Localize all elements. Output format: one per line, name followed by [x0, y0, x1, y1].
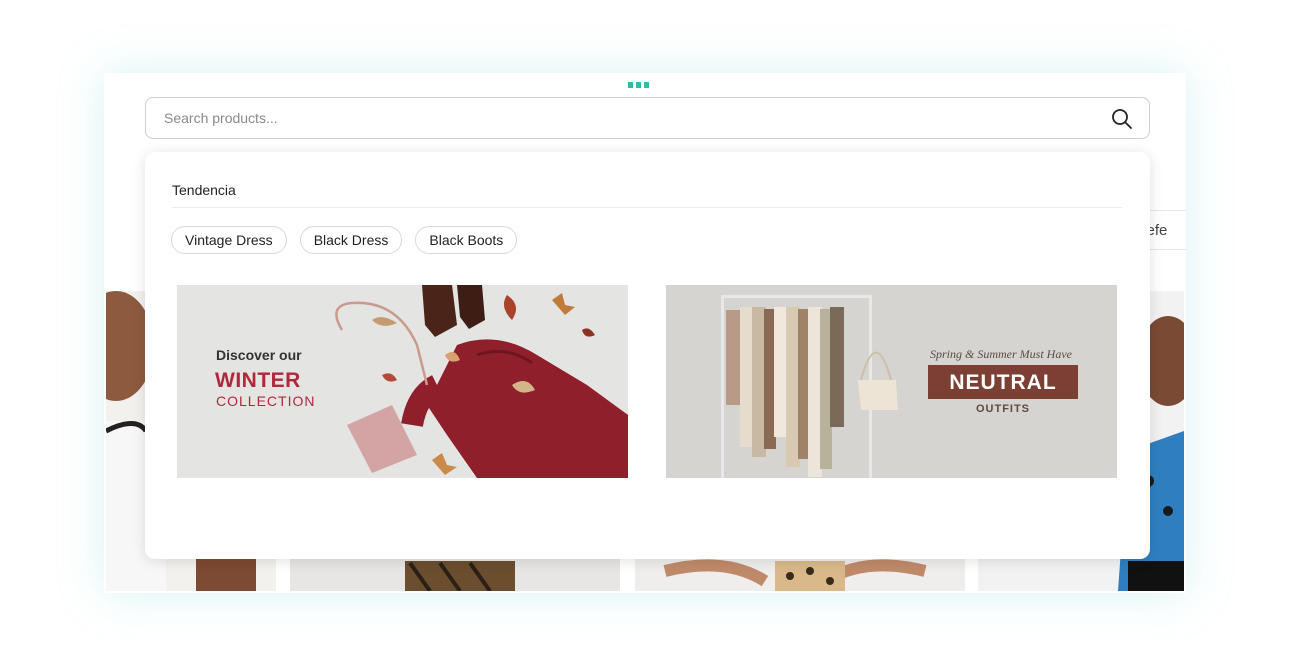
chip-black-dress[interactable]: Black Dress — [299, 226, 403, 254]
search-input[interactable] — [146, 98, 1106, 138]
neutral-banner-line3: OUTFITS — [975, 403, 1031, 415]
trending-title: Tendencia — [172, 182, 236, 198]
neutral-banner-line2: NEUTRAL — [949, 371, 1057, 394]
neutral-banner-line1: Spring & Summer Must Have — [930, 347, 1072, 361]
chip-black-boots[interactable]: Black Boots — [415, 226, 518, 254]
winter-banner-line1: Discover our — [216, 347, 302, 363]
logo-fragment — [628, 73, 652, 88]
search-bar — [145, 97, 1150, 139]
divider — [172, 207, 1122, 208]
winter-banner-line2: WINTER — [215, 369, 301, 392]
winter-collection-banner[interactable]: Discover our WINTER COLLECTION — [177, 285, 628, 478]
neutral-outfits-banner[interactable]: Spring & Summer Must Have NEUTRAL OUTFIT… — [666, 285, 1117, 478]
trending-chips: Vintage Dress Black Dress Black Boots — [171, 226, 518, 254]
neutral-banner-label-box: NEUTRAL — [928, 365, 1078, 399]
search-icon[interactable] — [1111, 108, 1133, 130]
chip-vintage-dress[interactable]: Vintage Dress — [171, 226, 287, 254]
winter-banner-line3: COLLECTION — [216, 393, 316, 409]
search-suggestions-panel: Tendencia Vintage Dress Black Dress Blac… — [145, 152, 1150, 559]
